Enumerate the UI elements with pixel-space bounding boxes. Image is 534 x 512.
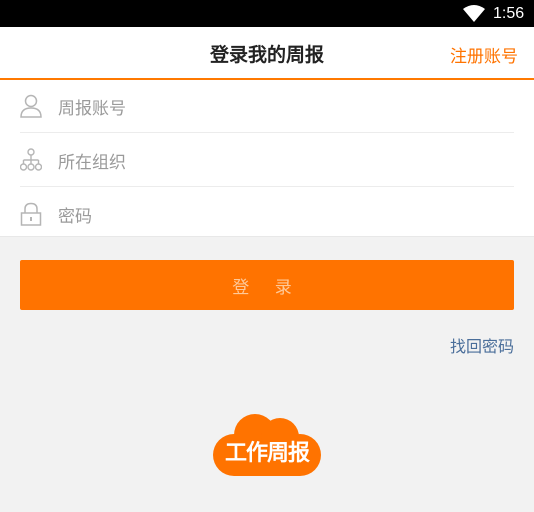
user-icon — [20, 94, 42, 118]
account-row[interactable]: 周报账号 — [20, 80, 514, 133]
app-logo: 工作周报 — [212, 413, 322, 478]
login-button[interactable]: 登 录 — [20, 260, 514, 310]
password-row[interactable]: 密码 — [20, 188, 514, 240]
register-link[interactable]: 注册账号 — [450, 42, 518, 67]
password-input[interactable]: 密码 — [58, 188, 498, 240]
lock-icon — [20, 202, 42, 226]
forgot-password-link[interactable]: 找回密码 — [450, 333, 514, 357]
account-input[interactable]: 周报账号 — [58, 80, 498, 132]
header: 登录我的周报 注册账号 — [0, 27, 534, 80]
organization-row[interactable]: 所在组织 — [20, 134, 514, 187]
organization-icon — [20, 148, 42, 171]
status-bar: 1:56 — [0, 0, 534, 27]
wifi-icon — [463, 5, 485, 22]
logo-text: 工作周报 — [224, 441, 310, 466]
organization-input[interactable]: 所在组织 — [58, 134, 498, 186]
login-form: 周报账号 所在组织 密码 — [0, 80, 534, 237]
status-time: 1:56 — [493, 5, 525, 22]
